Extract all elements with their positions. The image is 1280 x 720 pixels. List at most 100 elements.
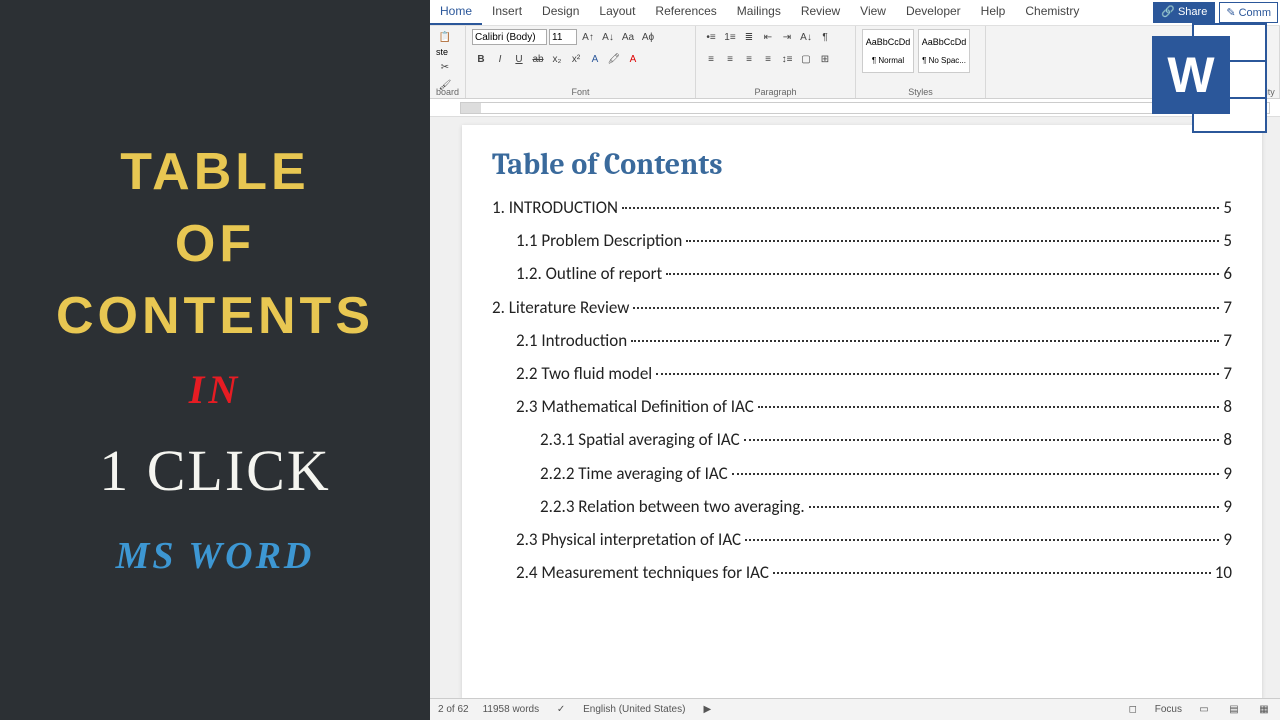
borders-button[interactable]: ⊞ <box>816 51 834 67</box>
show-marks-button[interactable]: ¶ <box>816 29 834 45</box>
status-language[interactable]: English (United States) <box>583 704 685 715</box>
toc-entry-label: 2.2.3 Relation between two averaging. <box>540 493 805 520</box>
tab-insert[interactable]: Insert <box>482 0 532 25</box>
numbering-button[interactable]: 1≡ <box>721 29 739 45</box>
toc-leader <box>732 473 1220 475</box>
italic-button[interactable]: I <box>491 51 509 67</box>
paragraph-group: •≡ 1≡ ≣ ⇤ ⇥ A↓ ¶ ≡ ≡ ≡ ≡ <box>696 26 856 98</box>
word-logo-letter: W <box>1152 36 1230 114</box>
superscript-button[interactable]: x² <box>567 51 585 67</box>
toc-list: 1. INTRODUCTION5 1.1 Problem Description … <box>492 194 1232 586</box>
toc-entry[interactable]: 2.3 Physical interpretation of IAC 9 <box>492 526 1232 553</box>
toc-leader <box>809 506 1220 508</box>
line-spacing-button[interactable]: ↕≡ <box>778 51 796 67</box>
tab-chemistry[interactable]: Chemistry <box>1015 0 1089 25</box>
toc-entry[interactable]: 2.3.1 Spatial averaging of IAC 8 <box>492 426 1232 453</box>
highlight-button[interactable]: 🖍 <box>605 51 623 67</box>
toc-entry[interactable]: 2.3 Mathematical Definition of IAC 8 <box>492 393 1232 420</box>
clipboard-group: 📋 ste ✂ 🖌 board <box>430 26 466 98</box>
align-center-button[interactable]: ≡ <box>721 51 739 67</box>
title-line-4: IN <box>189 366 241 413</box>
multilevel-button[interactable]: ≣ <box>740 29 758 45</box>
toc-entry-label: 2.2.2 Time averaging of IAC <box>540 460 728 487</box>
shrink-font-icon[interactable]: A↓ <box>599 29 617 45</box>
text-effects-button[interactable]: A <box>586 51 604 67</box>
toc-entry[interactable]: 1.2. Outline of report 6 <box>492 260 1232 287</box>
focus-icon[interactable]: ◻ <box>1125 702 1141 718</box>
bullets-button[interactable]: •≡ <box>702 29 720 45</box>
bold-button[interactable]: B <box>472 51 490 67</box>
toc-entry[interactable]: 2.1 Introduction 7 <box>492 327 1232 354</box>
change-case-icon[interactable]: Aa <box>619 29 637 45</box>
subscript-button[interactable]: x₂ <box>548 51 566 67</box>
toc-entry-label: 2.3 Physical interpretation of IAC <box>516 526 741 553</box>
toc-entry[interactable]: 1. INTRODUCTION5 <box>492 194 1232 221</box>
font-group-label: Font <box>466 87 695 97</box>
macro-icon[interactable]: ▶ <box>699 702 715 718</box>
tab-help[interactable]: Help <box>971 0 1016 25</box>
toc-leader <box>656 373 1219 375</box>
cut-icon[interactable]: ✂ <box>436 59 454 75</box>
underline-button[interactable]: U <box>510 51 528 67</box>
toc-entry-page: 10 <box>1215 559 1232 586</box>
toc-title: Table of Contents <box>492 147 1232 182</box>
toc-entry-page: 7 <box>1223 327 1232 354</box>
status-page[interactable]: 2 of 62 <box>438 704 469 715</box>
toc-entry-page: 8 <box>1223 393 1232 420</box>
toc-entry-page: 5 <box>1223 227 1232 254</box>
font-size-select[interactable] <box>549 29 577 45</box>
justify-button[interactable]: ≡ <box>759 51 777 67</box>
print-layout-icon[interactable]: ▤ <box>1226 702 1242 718</box>
toc-entry[interactable]: 2.2.3 Relation between two averaging. 9 <box>492 493 1232 520</box>
status-words[interactable]: 11958 words <box>483 704 540 715</box>
paste-label: ste <box>436 47 459 57</box>
title-line-3: CONTENTS <box>56 286 374 346</box>
font-name-select[interactable] <box>472 29 547 45</box>
toc-entry-label: 2.2 Two fluid model <box>516 360 652 387</box>
tab-mailings[interactable]: Mailings <box>727 0 791 25</box>
tab-layout[interactable]: Layout <box>589 0 645 25</box>
status-focus[interactable]: Focus <box>1155 704 1182 715</box>
grow-font-icon[interactable]: A↑ <box>579 29 597 45</box>
tab-review[interactable]: Review <box>791 0 850 25</box>
toc-entry-label: 2.4 Measurement techniques for IAC <box>516 559 769 586</box>
styles-group: AaBbCcDd ¶ Normal AaBbCcDd ¶ No Spac... … <box>856 26 986 98</box>
toc-entry[interactable]: 2.4 Measurement techniques for IAC 10 <box>492 559 1232 586</box>
clipboard-group-label: board <box>430 87 465 97</box>
tab-home[interactable]: Home <box>430 0 482 25</box>
toc-entry[interactable]: 1.1 Problem Description 5 <box>492 227 1232 254</box>
font-color-button[interactable]: A <box>624 51 642 67</box>
strike-button[interactable]: ab <box>529 51 547 67</box>
clear-format-icon[interactable]: Aϕ <box>639 29 657 45</box>
word-logo: W <box>1152 18 1272 138</box>
status-bar: 2 of 62 11958 words ✓ English (United St… <box>430 698 1280 720</box>
indent-button[interactable]: ⇥ <box>778 29 796 45</box>
style-normal[interactable]: AaBbCcDd ¶ Normal <box>862 29 914 73</box>
toc-entry[interactable]: 2. Literature Review7 <box>492 294 1232 321</box>
toc-entry[interactable]: 2.2.2 Time averaging of IAC 9 <box>492 460 1232 487</box>
title-line-5: 1 CLICK <box>99 437 331 504</box>
shading-button[interactable]: ▢ <box>797 51 815 67</box>
web-layout-icon[interactable]: ▦ <box>1256 702 1272 718</box>
style-no-spacing[interactable]: AaBbCcDd ¶ No Spac... <box>918 29 970 73</box>
page: Table of Contents 1. INTRODUCTION5 1.1 Pr… <box>462 125 1262 698</box>
tab-developer[interactable]: Developer <box>896 0 971 25</box>
sort-button[interactable]: A↓ <box>797 29 815 45</box>
toc-leader <box>622 207 1219 209</box>
outdent-button[interactable]: ⇤ <box>759 29 777 45</box>
toc-entry-label: 2.1 Introduction <box>516 327 627 354</box>
align-right-button[interactable]: ≡ <box>740 51 758 67</box>
tab-view[interactable]: View <box>850 0 896 25</box>
toc-leader <box>633 307 1219 309</box>
toc-entry-page: 7 <box>1223 294 1232 321</box>
document-area[interactable]: Table of Contents 1. INTRODUCTION5 1.1 Pr… <box>430 117 1280 698</box>
word-window: Home Insert Design Layout References Mai… <box>430 0 1280 720</box>
tab-design[interactable]: Design <box>532 0 589 25</box>
toc-entry[interactable]: 2.2 Two fluid model 7 <box>492 360 1232 387</box>
toc-entry-page: 8 <box>1223 426 1232 453</box>
align-left-button[interactable]: ≡ <box>702 51 720 67</box>
spellcheck-icon[interactable]: ✓ <box>553 702 569 718</box>
paste-button[interactable]: 📋 <box>436 29 454 45</box>
read-mode-icon[interactable]: ▭ <box>1196 702 1212 718</box>
tab-references[interactable]: References <box>645 0 726 25</box>
